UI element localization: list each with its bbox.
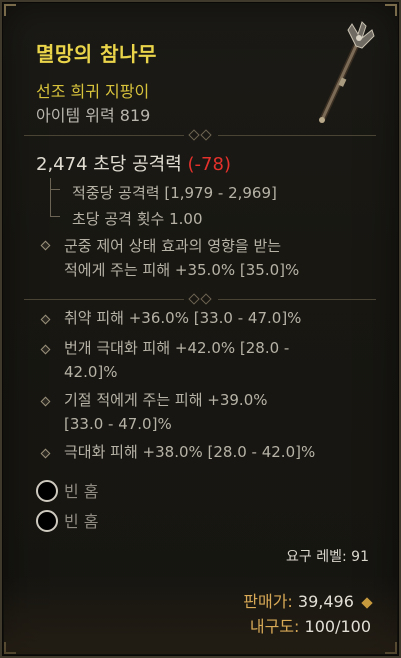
stat-tree-lines [50,178,64,218]
divider [24,129,376,141]
sell-price: 판매가: 39,496 [243,588,373,612]
durability-value: 100/100 [304,617,371,636]
gold-coin-icon [361,596,373,609]
item-type: 선조 희귀 지팡이 [36,82,150,101]
bullet-diamond-icon [40,314,51,325]
corner-ornament [385,4,397,16]
corner-ornament [4,4,16,16]
staff-weapon-icon [319,21,375,123]
item-name: 멸망의 참나무 [36,42,157,66]
divider [24,293,376,305]
durability: 내구도: 100/100 [250,613,371,637]
affix-4: 극대화 피해 +38.0% [28.0 - 42.0]% [64,443,316,461]
sell-label: 판매가: [243,592,293,611]
damage-per-hit: 적중당 공격력 [1,979 - 2,969] [72,184,277,202]
durability-label: 내구도: [249,617,300,636]
dps-delta: (-78) [187,154,231,175]
sell-value: 39,496 [297,592,354,611]
affix-1: 취약 피해 +36.0% [33.0 - 47.0]% [64,309,302,327]
bullet-diamond-icon [40,396,51,407]
empty-socket-icon [36,480,58,502]
bullet-diamond-icon [40,240,51,251]
affix-3: 기절 적에게 주는 피해 +39.0% [33.0 - 47.0]% [64,391,268,433]
socket-label: 빈 홈 [64,512,99,531]
dps-value: 2,474 초당 공격력 [36,154,182,175]
implicit-affix: 군중 제어 상태 효과의 영향을 받는 적에게 주는 피해 +35.0% [35… [64,237,300,279]
item-tooltip: 멸망의 참나무 선조 희귀 지팡이 아이템 위력 819 2,474 초당 공격… [0,0,401,658]
affix-2: 번개 극대화 피해 +42.0% [28.0 - 42.0]% [64,339,290,381]
dps-line: 2,474 초당 공격력 (-78) [36,150,231,176]
bullet-diamond-icon [40,448,51,459]
item-power: 아이템 위력 819 [36,106,151,125]
socket-label: 빈 홈 [64,482,99,501]
required-level: 요구 레벨: 91 [286,549,369,565]
attacks-per-second: 초당 공격 횟수 1.00 [72,210,203,228]
bullet-diamond-icon [40,344,51,355]
empty-socket-icon [36,510,58,532]
